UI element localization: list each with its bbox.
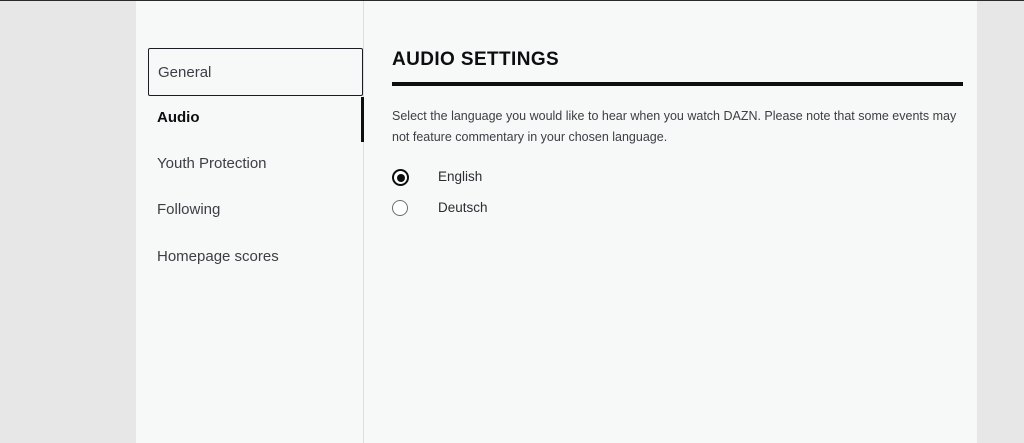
sidebar-item-youth-protection[interactable]: Youth Protection: [148, 140, 363, 188]
audio-description: Select the language you would like to he…: [392, 109, 957, 144]
title-underline: [392, 82, 963, 86]
language-option-english[interactable]: English: [392, 167, 692, 189]
radio-checked-icon[interactable]: [392, 169, 409, 186]
active-item-indicator: [361, 97, 364, 142]
sidebar-item-following[interactable]: Following: [148, 186, 363, 234]
settings-sidebar: General Audio Youth Protection Following…: [136, 1, 364, 443]
language-option-label: Deutsch: [438, 200, 488, 215]
language-option-label: English: [438, 169, 483, 184]
sidebar-item-homepage-scores[interactable]: Homepage scores: [148, 233, 363, 281]
sidebar-item-audio[interactable]: Audio: [148, 94, 363, 142]
sidebar-item-general[interactable]: General: [148, 48, 363, 96]
page-title: AUDIO SETTINGS: [392, 49, 560, 70]
settings-panel: General Audio Youth Protection Following…: [136, 1, 977, 443]
radio-unchecked-icon[interactable]: [392, 200, 408, 216]
language-option-deutsch[interactable]: Deutsch: [392, 198, 692, 220]
